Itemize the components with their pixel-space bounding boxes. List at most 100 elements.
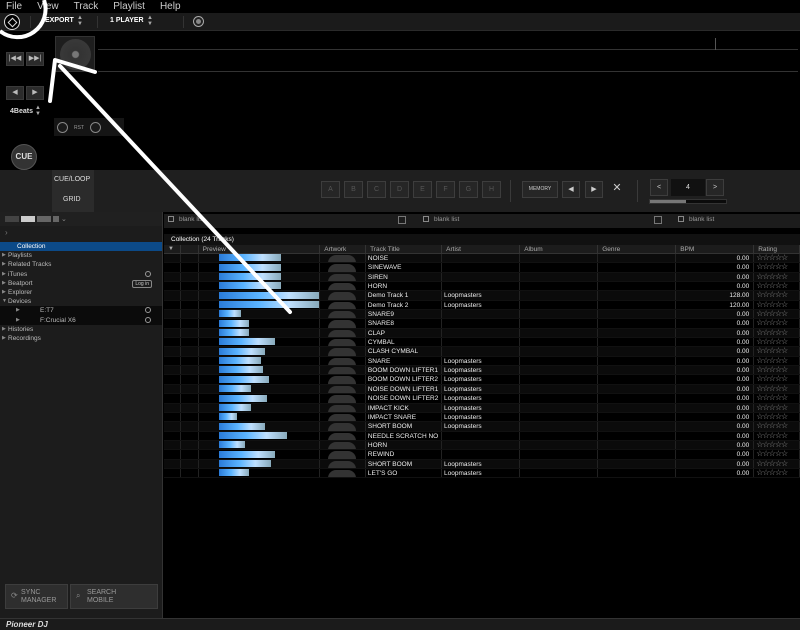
preview-waveform[interactable] <box>218 403 251 411</box>
rating-stars[interactable]: ☆☆☆☆☆ <box>756 357 788 365</box>
sidebar-item-e-t7[interactable]: ▶ E:T7 <box>0 306 162 316</box>
prev-track-button[interactable]: |◀◀ <box>6 52 24 66</box>
chevron-down-icon[interactable]: ⌄ <box>61 215 67 223</box>
menu-file[interactable]: File <box>6 1 22 12</box>
preview-waveform[interactable] <box>218 319 249 327</box>
column-header-track-title[interactable]: Track Title <box>366 245 443 253</box>
table-row[interactable]: Demo Track 1 Loopmasters 128.00 ☆☆☆☆☆ <box>164 291 800 301</box>
memory-prev-icon[interactable]: ◀ <box>562 181 580 198</box>
rating-stars[interactable]: ☆☆☆☆☆ <box>756 460 788 468</box>
collapsed-triangle-icon[interactable]: ▶ <box>2 270 6 279</box>
column-header-rating[interactable]: Rating <box>754 245 800 253</box>
table-row[interactable]: SIREN 0.00 ☆☆☆☆☆ <box>164 272 800 283</box>
record-button[interactable] <box>193 16 204 27</box>
preview-waveform[interactable] <box>218 347 265 355</box>
preview-waveform[interactable] <box>218 291 319 299</box>
rating-stars[interactable]: ☆☆☆☆☆ <box>756 469 788 477</box>
preview-waveform[interactable] <box>218 263 281 271</box>
table-row[interactable]: IMPACT KICK Loopmasters 0.00 ☆☆☆☆☆ <box>164 403 800 413</box>
preview-waveform[interactable] <box>218 469 249 477</box>
zoom-reset-button[interactable]: RST <box>74 125 84 131</box>
table-row[interactable]: CLASH CYMBAL 0.00 ☆☆☆☆☆ <box>164 347 800 357</box>
preview-waveform[interactable] <box>218 310 241 318</box>
blank-list-3[interactable]: blank list <box>678 216 714 223</box>
rating-stars[interactable]: ☆☆☆☆☆ <box>756 319 788 327</box>
login-badge[interactable]: Log in <box>132 279 152 288</box>
table-row[interactable]: BOOM DOWN LIFTER1 Loopmasters 0.00 ☆☆☆☆☆ <box>164 366 800 376</box>
zoom-in-icon[interactable] <box>57 122 68 133</box>
table-row[interactable]: SHORT BOOM Loopmasters 0.00 ☆☆☆☆☆ <box>164 422 800 432</box>
blank-list-2[interactable]: blank list <box>423 216 459 223</box>
preview-waveform[interactable] <box>218 273 281 281</box>
table-row[interactable]: NOISE DOWN LIFTER1 Loopmasters 0.00 ☆☆☆☆☆ <box>164 384 800 395</box>
table-row[interactable]: REWIND 0.00 ☆☆☆☆☆ <box>164 450 800 460</box>
column-header-tag[interactable] <box>181 245 199 253</box>
layout-xl-icon[interactable] <box>53 216 59 222</box>
overview-waveform[interactable] <box>98 36 798 50</box>
table-row[interactable]: BOOM DOWN LIFTER2 Loopmasters 0.00 ☆☆☆☆☆ <box>164 375 800 385</box>
beat-jump-forward-button[interactable]: ▶ <box>26 86 44 100</box>
column-header-filter[interactable]: ▼ <box>164 245 182 253</box>
rating-stars[interactable]: ☆☆☆☆☆ <box>756 441 788 449</box>
table-row[interactable]: HORN 0.00 ☆☆☆☆☆ <box>164 282 800 292</box>
table-row[interactable]: LET'S GO Loopmasters 0.00 ☆☆☆☆☆ <box>164 468 800 479</box>
table-row[interactable]: HORN 0.00 ☆☆☆☆☆ <box>164 440 800 451</box>
refresh-icon[interactable] <box>145 270 151 277</box>
layout-large-icon[interactable] <box>37 216 51 222</box>
rating-stars[interactable]: ☆☆☆☆☆ <box>756 422 788 430</box>
eject-icon[interactable] <box>145 307 151 314</box>
table-row[interactable]: SNARE8 0.00 ☆☆☆☆☆ <box>164 319 800 329</box>
menu-track[interactable]: Track <box>74 1 99 12</box>
rating-stars[interactable]: ☆☆☆☆☆ <box>756 282 788 290</box>
table-row[interactable]: CLAP 0.00 ☆☆☆☆☆ <box>164 328 800 339</box>
preview-waveform[interactable] <box>218 413 237 421</box>
blank-list-1[interactable]: blank list <box>168 216 204 223</box>
hot-cue-b[interactable]: B <box>344 181 363 198</box>
table-row[interactable]: SNARE9 0.00 ☆☆☆☆☆ <box>164 310 800 320</box>
table-row[interactable]: SHORT BOOM Loopmasters 0.00 ☆☆☆☆☆ <box>164 459 800 469</box>
table-row[interactable]: CYMBAL 0.00 ☆☆☆☆☆ <box>164 338 800 348</box>
rating-stars[interactable]: ☆☆☆☆☆ <box>756 273 788 281</box>
loop-slider[interactable] <box>649 199 727 204</box>
player-count-selector[interactable]: 1 PLAYER <box>110 17 144 24</box>
collapsed-triangle-icon[interactable]: ▶ <box>2 251 6 260</box>
preview-waveform[interactable] <box>218 394 267 402</box>
preview-waveform[interactable] <box>218 366 263 374</box>
memory-button[interactable]: MEMORY <box>522 181 558 198</box>
preview-waveform[interactable] <box>218 254 281 262</box>
rating-stars[interactable]: ☆☆☆☆☆ <box>756 385 788 393</box>
rating-stars[interactable]: ☆☆☆☆☆ <box>756 450 788 458</box>
rating-stars[interactable]: ☆☆☆☆☆ <box>756 404 788 412</box>
hot-cue-g[interactable]: G <box>459 181 478 198</box>
preview-waveform[interactable] <box>218 431 287 439</box>
preview-waveform[interactable] <box>218 385 251 393</box>
collapsed-triangle-icon[interactable]: ▶ <box>2 288 6 297</box>
rekordbox-logo-icon[interactable] <box>4 14 20 30</box>
cue-button[interactable]: CUE <box>11 144 37 170</box>
preview-waveform[interactable] <box>218 338 275 346</box>
collapsed-triangle-icon[interactable]: ▶ <box>2 279 6 288</box>
preview-waveform[interactable] <box>218 301 319 309</box>
column-header-preview[interactable]: Preview <box>199 245 321 253</box>
rating-stars[interactable]: ☆☆☆☆☆ <box>756 375 788 383</box>
memory-delete-icon[interactable]: ✕ <box>608 181 626 198</box>
table-row[interactable]: NOISE 0.00 ☆☆☆☆☆ <box>164 254 800 264</box>
sync-manager-button[interactable]: ⟳ SYNC MANAGER <box>5 584 68 609</box>
sidebar-item-histories[interactable]: ▶ Histories <box>0 325 162 334</box>
enlarged-waveform[interactable] <box>98 52 798 72</box>
memory-next-icon[interactable]: ▶ <box>585 181 603 198</box>
mode-selector[interactable]: EXPORT <box>45 17 74 24</box>
preview-waveform[interactable] <box>218 441 245 449</box>
table-row[interactable]: Demo Track 2 Loopmasters 120.00 ☆☆☆☆☆ <box>164 300 800 311</box>
sidebar-item-devices[interactable]: ▼ Devices <box>0 297 162 306</box>
list-options-icon[interactable] <box>654 216 662 224</box>
rating-stars[interactable]: ☆☆☆☆☆ <box>756 338 788 346</box>
collapsed-triangle-icon[interactable]: ▶ <box>16 316 20 325</box>
beat-jump-back-button[interactable]: ◀ <box>6 86 24 100</box>
table-row[interactable]: NOISE DOWN LIFTER2 Loopmasters 0.00 ☆☆☆☆☆ <box>164 394 800 404</box>
column-header-album[interactable]: Album <box>520 245 599 253</box>
sidebar-item-itunes[interactable]: ▶ iTunes <box>0 270 162 279</box>
rating-stars[interactable]: ☆☆☆☆☆ <box>756 263 788 271</box>
loop-halve-icon[interactable]: < <box>650 179 668 196</box>
collapsed-triangle-icon[interactable]: ▶ <box>2 260 6 269</box>
